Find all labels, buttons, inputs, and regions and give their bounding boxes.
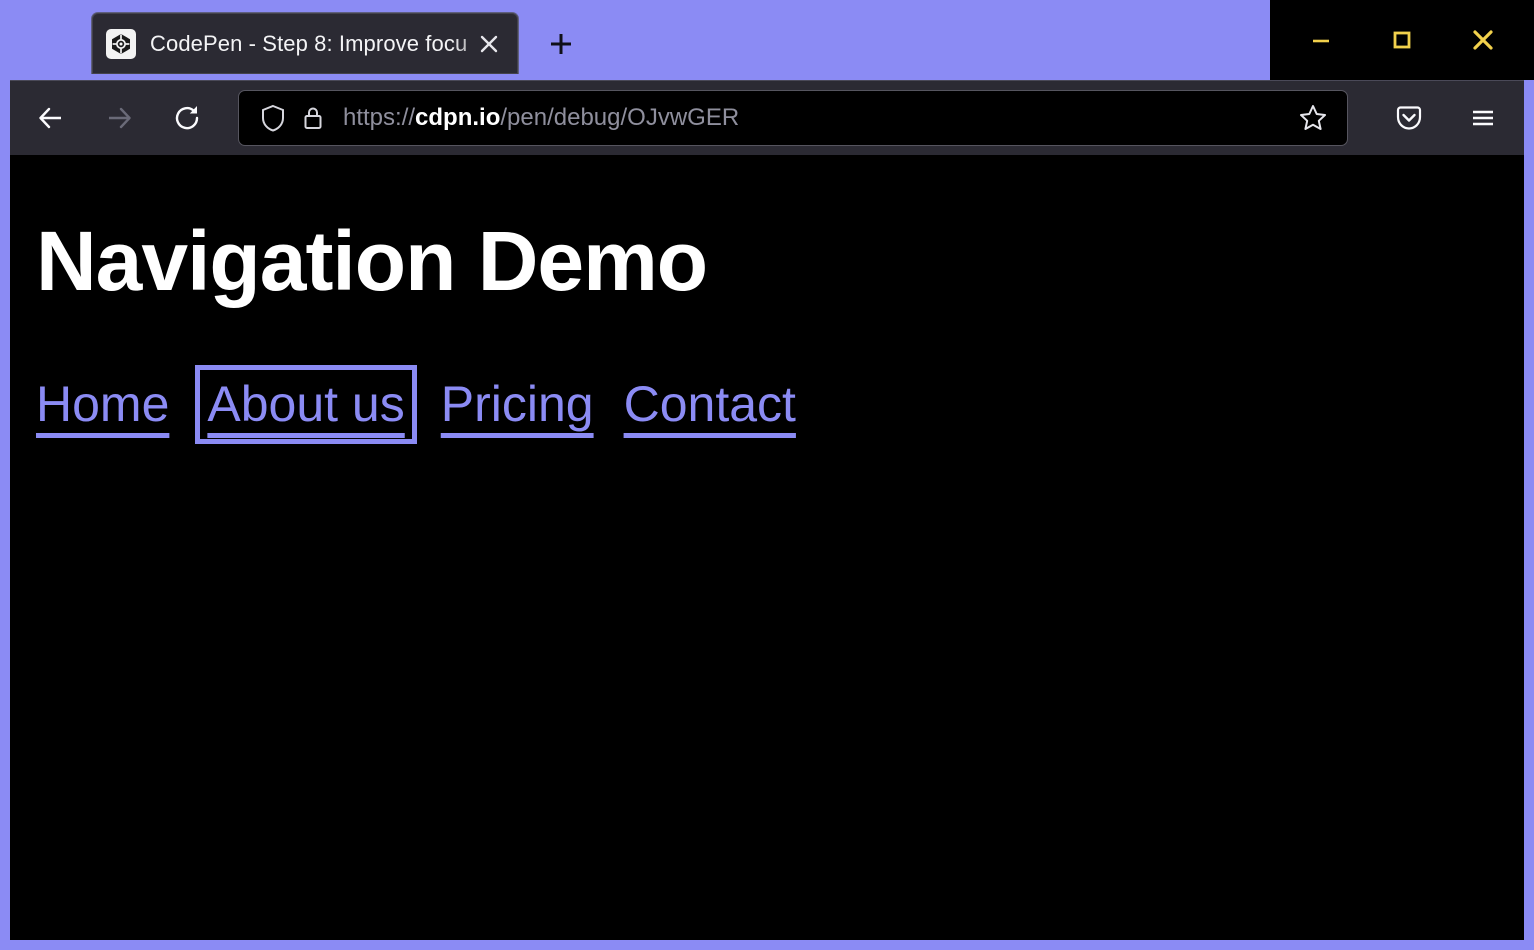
new-tab-button[interactable] — [533, 16, 589, 72]
browser-window: CodePen - Step 8: Improve focu — [0, 0, 1534, 950]
minimize-icon[interactable] — [1288, 9, 1354, 71]
back-arrow-icon[interactable] — [24, 91, 78, 145]
star-icon[interactable] — [1291, 96, 1335, 140]
close-icon[interactable] — [474, 29, 504, 59]
window-controls — [1270, 0, 1534, 80]
page-title: Navigation Demo — [36, 217, 1524, 305]
address-bar[interactable]: https://cdpn.io/pen/debug/OJvwGER — [238, 90, 1348, 146]
url-host: cdpn.io — [415, 104, 500, 131]
site-navigation: Home About us Pricing Contact — [36, 377, 1524, 432]
page-viewport: Navigation Demo Home About us Pricing Co… — [10, 155, 1524, 940]
shield-icon[interactable] — [257, 102, 289, 134]
url-path: /pen/debug/OJvwGER — [500, 104, 739, 131]
hamburger-menu-icon[interactable] — [1456, 91, 1510, 145]
codepen-icon — [106, 29, 136, 59]
browser-tab-codepen[interactable]: CodePen - Step 8: Improve focu — [91, 12, 519, 74]
nav-link-home[interactable]: Home — [36, 377, 169, 432]
tab-title: CodePen - Step 8: Improve focu — [150, 31, 508, 57]
window-close-icon[interactable] — [1450, 9, 1516, 71]
pocket-icon[interactable] — [1382, 91, 1436, 145]
browser-toolbar: https://cdpn.io/pen/debug/OJvwGER — [10, 80, 1524, 155]
toolbar-end-buttons — [1362, 91, 1510, 145]
lock-icon[interactable] — [297, 102, 329, 134]
nav-link-contact[interactable]: Contact — [624, 377, 796, 432]
url-scheme: https:// — [343, 104, 415, 131]
url-text[interactable]: https://cdpn.io/pen/debug/OJvwGER — [343, 104, 1291, 132]
maximize-icon[interactable] — [1369, 9, 1435, 71]
title-bar: CodePen - Step 8: Improve focu — [0, 0, 1534, 80]
nav-link-about-us[interactable]: About us — [207, 377, 404, 432]
forward-arrow-icon[interactable] — [92, 91, 146, 145]
nav-link-pricing[interactable]: Pricing — [441, 377, 594, 432]
reload-icon[interactable] — [160, 91, 214, 145]
page-content: Navigation Demo Home About us Pricing Co… — [10, 155, 1524, 432]
